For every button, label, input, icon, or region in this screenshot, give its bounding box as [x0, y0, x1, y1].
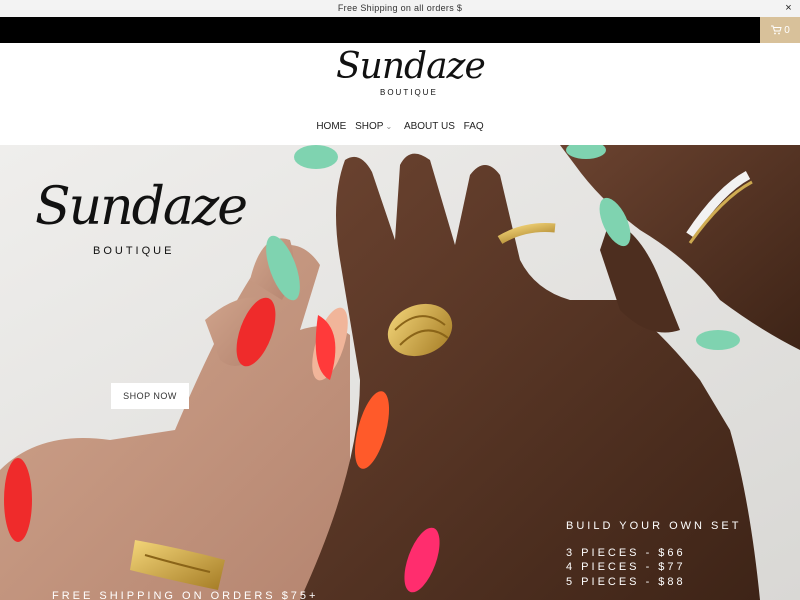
hero-logo-sub: BOUTIQUE — [93, 245, 175, 257]
promo-line: 3 PIECES - $66 — [566, 546, 686, 559]
nav-about[interactable]: ABOUT US — [404, 121, 455, 132]
cart-icon — [771, 25, 782, 35]
nav-faq[interactable]: FAQ — [464, 121, 484, 132]
close-icon[interactable]: × — [785, 0, 792, 17]
announcement-text: Free Shipping on all orders $ — [337, 3, 463, 13]
hero-banner: Sundaze BOUTIQUE SHOP NOW BUILD YOUR OWN… — [0, 145, 800, 600]
promo-title: BUILD YOUR OWN SET — [566, 520, 742, 532]
top-bar — [0, 17, 800, 43]
nav-shop-label: SHOP — [355, 121, 384, 132]
main-nav: HOME SHOP ⌄ ABOUT US FAQ — [0, 121, 800, 132]
promo-line: 4 PIECES - $77 — [566, 561, 686, 573]
announcement-bar: Free Shipping on all orders $ × — [0, 0, 800, 17]
nav-home[interactable]: HOME — [316, 121, 346, 132]
cart-count: 0 — [784, 24, 790, 36]
promo-line: 5 PIECES - $88 — [566, 575, 686, 588]
site-logo[interactable]: Sundaze BOUTIQUE — [336, 47, 486, 105]
logo-sub: BOUTIQUE — [380, 88, 438, 97]
free-shipping-text: FREE SHIPPING ON ORDERS $75+ — [52, 590, 319, 600]
hero-logo: Sundaze BOUTIQUE — [35, 177, 248, 270]
hero-logo-script: Sundaze — [35, 177, 248, 237]
chevron-down-icon: ⌄ — [385, 122, 393, 131]
nav-shop[interactable]: SHOP ⌄ — [355, 121, 395, 132]
cart-button[interactable]: 0 — [760, 17, 800, 43]
shop-now-button[interactable]: SHOP NOW — [111, 383, 189, 409]
promo-block: BUILD YOUR OWN SET 3 PIECES - $66 4 PIEC… — [566, 519, 741, 589]
logo-script: Sundaze — [336, 46, 486, 87]
